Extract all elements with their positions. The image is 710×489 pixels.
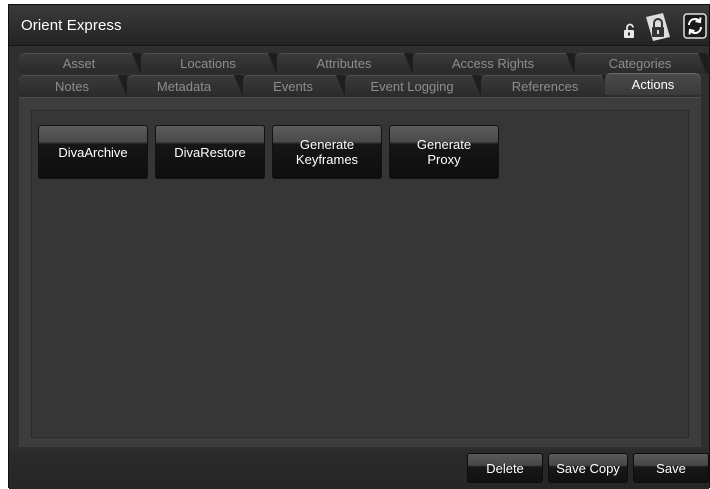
refresh-icon[interactable] <box>683 13 707 39</box>
diva-archive-button[interactable]: DivaArchive <box>38 125 148 179</box>
save-button[interactable]: Save <box>633 453 709 483</box>
generate-proxy-label: Generate Proxy <box>416 137 472 167</box>
diva-restore-button[interactable]: DivaRestore <box>155 125 265 179</box>
title-bar: Orient Express <box>9 5 709 46</box>
actions-area: DivaArchive DivaRestore Generate Keyfram… <box>31 110 689 438</box>
tab-references[interactable]: References <box>481 75 609 97</box>
asset-window: Orient Express Asset Locations Attribute… <box>8 4 710 489</box>
footer-bar: Delete Save Copy Save <box>9 449 709 489</box>
generate-keyframes-button[interactable]: Generate Keyframes <box>272 125 382 179</box>
actions-panel: DivaArchive DivaRestore Generate Keyfram… <box>19 97 701 447</box>
tab-events[interactable]: Events <box>243 75 343 97</box>
diva-archive-label: DivaArchive <box>58 144 128 160</box>
tab-event-logging[interactable]: Event Logging <box>345 75 479 97</box>
generate-keyframes-label: Generate Keyframes <box>295 137 359 167</box>
tab-row-front: Notes Metadata Events Event Logging Refe… <box>9 73 709 97</box>
small-lock-icon[interactable] <box>623 23 637 39</box>
lock-icon[interactable] <box>643 13 673 41</box>
window-title: Orient Express <box>21 17 122 34</box>
tab-notes[interactable]: Notes <box>19 75 125 97</box>
diva-restore-label: DivaRestore <box>174 144 246 160</box>
tab-attributes[interactable]: Attributes <box>277 53 411 73</box>
tab-metadata[interactable]: Metadata <box>127 75 241 97</box>
tab-access-rights[interactable]: Access Rights <box>413 53 573 73</box>
save-copy-button[interactable]: Save Copy <box>548 453 628 483</box>
tab-actions[interactable]: Actions <box>605 73 701 95</box>
tab-categories[interactable]: Categories <box>575 53 705 73</box>
tab-locations[interactable]: Locations <box>141 53 275 73</box>
tab-asset[interactable]: Asset <box>19 53 139 73</box>
tab-row-back: Asset Locations Attributes Access Rights… <box>9 53 709 73</box>
delete-button[interactable]: Delete <box>467 453 543 483</box>
generate-proxy-button[interactable]: Generate Proxy <box>389 125 499 179</box>
